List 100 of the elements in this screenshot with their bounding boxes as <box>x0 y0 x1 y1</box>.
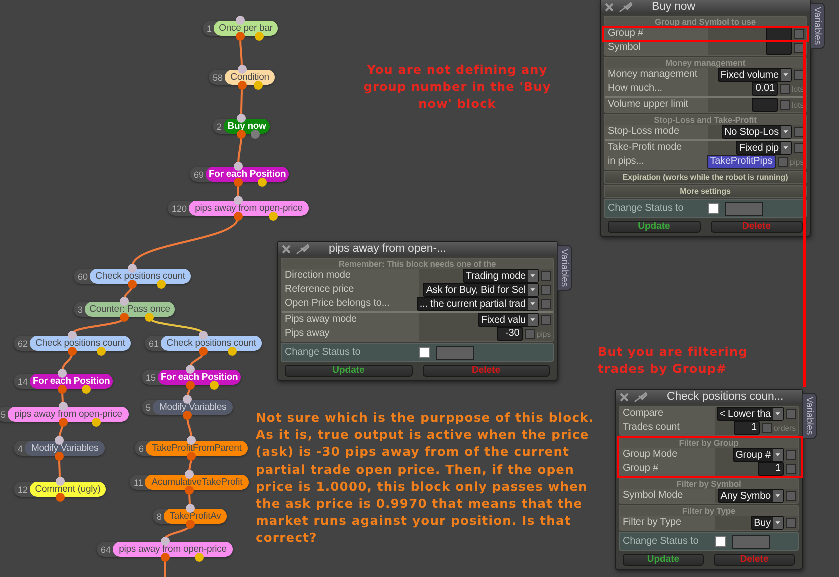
flow-node[interactable]: 6 TakeProfitFromParent <box>135 441 248 456</box>
flow-node[interactable]: 60 Check positions count <box>74 269 191 284</box>
close-icon[interactable] <box>620 392 629 402</box>
variables-tab[interactable]: Variables <box>557 245 572 291</box>
output-port[interactable] <box>185 486 194 495</box>
checkbox[interactable] <box>786 450 796 460</box>
checkbox[interactable] <box>794 43 804 53</box>
flow-node[interactable]: 14 For each Position <box>14 374 114 389</box>
input-port[interactable] <box>68 331 77 340</box>
input-port[interactable] <box>185 470 194 479</box>
variables-tab[interactable]: Variables <box>810 3 825 49</box>
input-field[interactable]: -30 <box>496 327 523 341</box>
dropdown[interactable]: ... the current partial trad <box>416 297 539 311</box>
flow-node[interactable]: 64 pips away from open-price <box>97 542 233 557</box>
input-port[interactable] <box>55 436 64 445</box>
update-button[interactable]: Update <box>623 554 704 566</box>
flow-node[interactable]: 3 Counter: Pass once <box>74 302 175 317</box>
input-port[interactable] <box>58 369 67 378</box>
flow-node[interactable]: 5 Modify Variables <box>142 400 233 415</box>
checkbox[interactable] <box>794 70 804 80</box>
checkbox[interactable] <box>794 29 804 39</box>
input-port[interactable] <box>186 365 195 374</box>
dropdown[interactable]: Fixed volume <box>718 68 792 82</box>
input-port[interactable] <box>120 297 129 306</box>
input-port[interactable] <box>56 477 64 486</box>
pin-icon[interactable] <box>296 244 310 254</box>
input-field[interactable]: 0.01 <box>752 82 778 96</box>
output-port[interactable] <box>82 385 92 394</box>
flow-node[interactable]: 69 For each Position <box>190 167 290 182</box>
input-field[interactable] <box>752 98 778 112</box>
input-port[interactable] <box>160 537 170 546</box>
dropdown[interactable]: Group # <box>732 448 784 462</box>
dropdown[interactable]: Fixed pip <box>736 141 792 155</box>
input-field[interactable] <box>766 41 792 55</box>
dropdown[interactable]: Any Symbo <box>718 489 784 503</box>
input-field[interactable]: 1 <box>758 462 784 476</box>
flow-node[interactable]: 58 Condition <box>209 70 275 85</box>
variable-field[interactable]: TakeProfitPips <box>707 155 776 169</box>
checkbox[interactable] <box>524 329 535 339</box>
flow-node[interactable]: 11 AcumulativeTakeProfit <box>130 475 249 490</box>
checkbox[interactable] <box>541 315 551 325</box>
checkbox[interactable] <box>762 423 772 433</box>
checkbox[interactable] <box>780 100 790 110</box>
input-port[interactable] <box>187 436 196 445</box>
pin-icon[interactable] <box>619 2 633 12</box>
output-port[interactable] <box>68 347 77 356</box>
dropdown[interactable]: Fixed valu <box>478 313 539 327</box>
dropdown[interactable]: Buy <box>751 516 784 530</box>
output-port[interactable] <box>199 347 208 356</box>
checkbox[interactable] <box>541 285 551 295</box>
collapsed-section[interactable]: More settings <box>604 185 807 198</box>
input-port[interactable] <box>236 16 245 25</box>
output-port[interactable] <box>210 381 220 390</box>
input-port[interactable] <box>234 196 243 205</box>
close-icon[interactable] <box>282 244 291 254</box>
checkbox[interactable] <box>786 518 796 528</box>
output-port[interactable] <box>236 32 245 41</box>
dropdown[interactable]: No Stop-Los <box>722 125 792 139</box>
output-port[interactable] <box>157 280 166 289</box>
input-port[interactable] <box>186 504 194 513</box>
flow-node[interactable]: 61 Check positions count <box>145 336 262 351</box>
flow-node[interactable]: 8 TakeProfitAv <box>153 509 227 524</box>
flow-node[interactable]: 4 Modify Variables <box>14 441 105 456</box>
checkbox[interactable] <box>786 409 796 419</box>
checkbox[interactable] <box>794 127 804 137</box>
flow-node[interactable]: 12 Comment (ugly) <box>14 482 106 497</box>
flow-node[interactable]: 5 pips away from open-price <box>0 407 129 422</box>
flow-node[interactable]: 1 Once per bar <box>203 21 278 36</box>
status-field[interactable] <box>732 534 770 548</box>
output-port[interactable] <box>128 280 137 289</box>
variables-tab[interactable]: Variables <box>802 393 817 439</box>
checkbox[interactable] <box>794 143 804 153</box>
status-field[interactable] <box>436 346 474 360</box>
checkbox[interactable] <box>715 536 726 547</box>
output-port[interactable] <box>258 178 268 187</box>
dropdown[interactable]: Ask for Buy, Bid for Sel <box>423 283 539 297</box>
input-port[interactable] <box>183 395 192 404</box>
output-port[interactable] <box>269 212 278 221</box>
update-button[interactable]: Update <box>285 365 412 377</box>
checkbox[interactable] <box>419 347 430 358</box>
input-port[interactable] <box>58 402 68 411</box>
pin-icon[interactable] <box>634 392 648 402</box>
input-field[interactable]: 1 <box>734 421 760 435</box>
input-port[interactable] <box>238 65 246 74</box>
checkbox[interactable] <box>778 157 788 167</box>
collapsed-section[interactable]: Expiration (works while the robot is running) <box>604 171 807 184</box>
flow-node[interactable]: 2 Buy now <box>213 119 270 134</box>
flow-node[interactable]: 120 pips away from open-price <box>168 201 309 216</box>
output-port[interactable] <box>97 347 106 356</box>
dropdown[interactable]: Trading mode <box>462 269 539 283</box>
input-port[interactable] <box>237 114 246 123</box>
dropdown[interactable]: < Lower tha <box>716 407 784 421</box>
input-port[interactable] <box>128 264 137 273</box>
flow-node[interactable]: 62 Check positions count <box>14 336 131 351</box>
output-port[interactable] <box>234 212 243 221</box>
flow-node[interactable]: 15 For each Position <box>142 370 242 385</box>
checkbox[interactable] <box>541 299 551 309</box>
update-button[interactable]: Update <box>608 221 700 233</box>
checkbox[interactable] <box>780 84 790 94</box>
input-port[interactable] <box>199 331 208 340</box>
